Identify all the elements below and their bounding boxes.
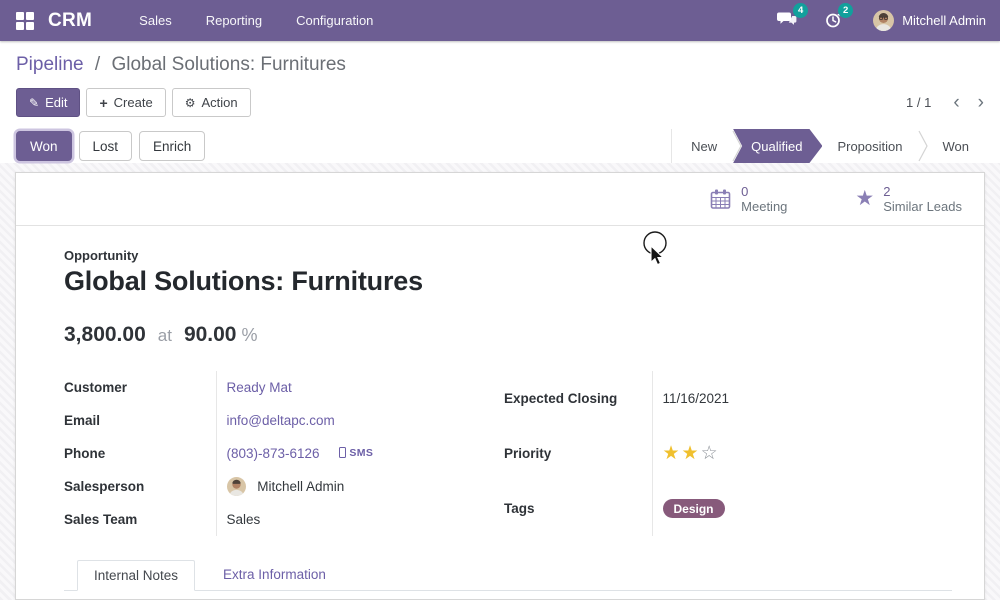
similar-leads-count: 2	[883, 184, 962, 199]
phone-row: Phone (803)-873-6126 SMS	[64, 437, 504, 470]
user-menu[interactable]: Mitchell Admin	[873, 10, 986, 31]
stage-qualified[interactable]: Qualified	[733, 129, 822, 163]
pencil-icon: ✎	[29, 96, 39, 110]
sales-team-value: Sales	[227, 512, 261, 527]
expected-revenue: 3,800.00 at 90.00 %	[64, 323, 952, 347]
customer-row: Customer Ready Mat	[64, 371, 504, 404]
breadcrumb-pipeline-link[interactable]: Pipeline	[16, 54, 84, 75]
at-label: at	[158, 326, 172, 346]
notebook-tabs: Internal Notes Extra Information	[64, 560, 952, 591]
sms-button[interactable]: SMS	[339, 447, 373, 459]
toolbar: ✎ Edit + Create ⚙ Action 1 / 1 ‹ ›	[16, 88, 984, 117]
tags-row: Tags Design	[504, 481, 952, 536]
breadcrumb-current: Global Solutions: Furnitures	[111, 54, 345, 75]
apps-grid-icon[interactable]	[16, 12, 34, 30]
opportunity-title: Global Solutions: Furnitures	[64, 266, 952, 297]
salesperson-label: Salesperson	[64, 470, 216, 503]
sales-team-row: Sales Team Sales	[64, 503, 504, 536]
expected-closing-label: Expected Closing	[504, 371, 652, 426]
priority-star-3-icon[interactable]: ☆	[701, 443, 720, 464]
tag-design: Design	[663, 499, 725, 518]
probability-value: 90.00	[184, 323, 237, 347]
priority-stars: ★★☆	[663, 443, 720, 464]
meeting-count: 0	[741, 184, 787, 199]
opportunity-type-label: Opportunity	[64, 248, 952, 263]
record-card: 0 Meeting ★ 2 Similar Leads Opportunity …	[15, 172, 985, 600]
customer-label: Customer	[64, 371, 216, 404]
stage-new[interactable]: New	[676, 129, 732, 163]
plus-icon: +	[99, 95, 107, 111]
similar-leads-stat-button[interactable]: ★ 2 Similar Leads	[847, 180, 970, 218]
phone-label: Phone	[64, 437, 216, 470]
create-button[interactable]: + Create	[86, 88, 165, 117]
email-link[interactable]: info@deltapc.com	[227, 413, 335, 428]
customer-link[interactable]: Ready Mat	[227, 380, 292, 395]
priority-star-1-icon[interactable]: ★	[663, 443, 682, 464]
pager-next-icon[interactable]: ›	[978, 93, 984, 112]
user-avatar	[873, 10, 894, 31]
tab-extra-information[interactable]: Extra Information	[207, 560, 342, 591]
messages-button[interactable]: 4	[777, 10, 798, 31]
email-row: Email info@deltapc.com	[64, 404, 504, 437]
percent-sign: %	[242, 325, 258, 346]
meeting-label: Meeting	[741, 199, 787, 214]
menu-configuration[interactable]: Configuration	[279, 0, 390, 41]
menu-sales[interactable]: Sales	[122, 0, 189, 41]
expected-closing-row: Expected Closing 11/16/2021	[504, 371, 952, 426]
stat-button-box: 0 Meeting ★ 2 Similar Leads	[16, 173, 984, 226]
star-icon: ★	[855, 189, 874, 209]
edit-button[interactable]: ✎ Edit	[16, 88, 80, 117]
right-field-group: Expected Closing 11/16/2021 Priority ★★☆…	[504, 371, 952, 536]
email-label: Email	[64, 404, 216, 437]
similar-leads-label: Similar Leads	[883, 199, 962, 214]
control-panel: Pipeline / Global Solutions: Furnitures …	[0, 41, 1000, 163]
won-button[interactable]: Won	[16, 131, 72, 161]
action-button[interactable]: ⚙ Action	[172, 88, 251, 117]
lost-button[interactable]: Lost	[79, 131, 133, 161]
breadcrumb: Pipeline / Global Solutions: Furnitures	[16, 53, 984, 77]
mobile-phone-icon	[339, 447, 346, 458]
salesperson-row: Salesperson Mitchell Admin	[64, 470, 504, 503]
chevron-separator-icon	[918, 129, 928, 163]
phone-link[interactable]: (803)-873-6126	[227, 446, 320, 461]
sales-team-label: Sales Team	[64, 503, 216, 536]
stage-statusbar: New Qualified Proposition Won	[671, 129, 984, 163]
pager-value[interactable]: 1 / 1	[906, 95, 931, 110]
breadcrumb-separator: /	[95, 54, 100, 75]
priority-row: Priority ★★☆	[504, 426, 952, 481]
user-name: Mitchell Admin	[902, 13, 986, 28]
expected-closing-value: 11/16/2021	[663, 391, 730, 406]
stage-proposition[interactable]: Proposition	[822, 129, 917, 163]
left-field-group: Customer Ready Mat Email info@deltapc.co…	[64, 371, 504, 536]
activities-badge: 2	[838, 3, 853, 18]
calendar-icon	[709, 188, 732, 211]
field-groups: Customer Ready Mat Email info@deltapc.co…	[64, 371, 952, 536]
top-navbar: CRM Sales Reporting Configuration 4 2	[0, 0, 1000, 41]
messages-badge: 4	[793, 3, 808, 18]
status-row: Won Lost Enrich New Qualified Propositio…	[16, 129, 984, 163]
app-brand[interactable]: CRM	[48, 10, 92, 32]
amount-value: 3,800.00	[64, 323, 146, 347]
stage-won[interactable]: Won	[928, 129, 985, 163]
pager-previous-icon[interactable]: ‹	[953, 93, 959, 112]
tags-label: Tags	[504, 481, 652, 536]
salesperson-value: Mitchell Admin	[257, 479, 344, 494]
activities-button[interactable]: 2	[824, 10, 843, 32]
salesperson-avatar	[227, 477, 246, 496]
form-sheet: Opportunity Global Solutions: Furnitures…	[16, 226, 984, 599]
priority-star-2-icon[interactable]: ★	[682, 443, 701, 464]
pager: 1 / 1 ‹ ›	[906, 93, 984, 112]
gear-icon: ⚙	[185, 96, 196, 110]
form-view-background: 0 Meeting ★ 2 Similar Leads Opportunity …	[0, 163, 1000, 600]
menu-reporting[interactable]: Reporting	[189, 0, 279, 41]
meeting-stat-button[interactable]: 0 Meeting	[701, 180, 795, 218]
priority-label: Priority	[504, 426, 652, 481]
tab-internal-notes[interactable]: Internal Notes	[77, 560, 195, 591]
enrich-button[interactable]: Enrich	[139, 131, 205, 161]
